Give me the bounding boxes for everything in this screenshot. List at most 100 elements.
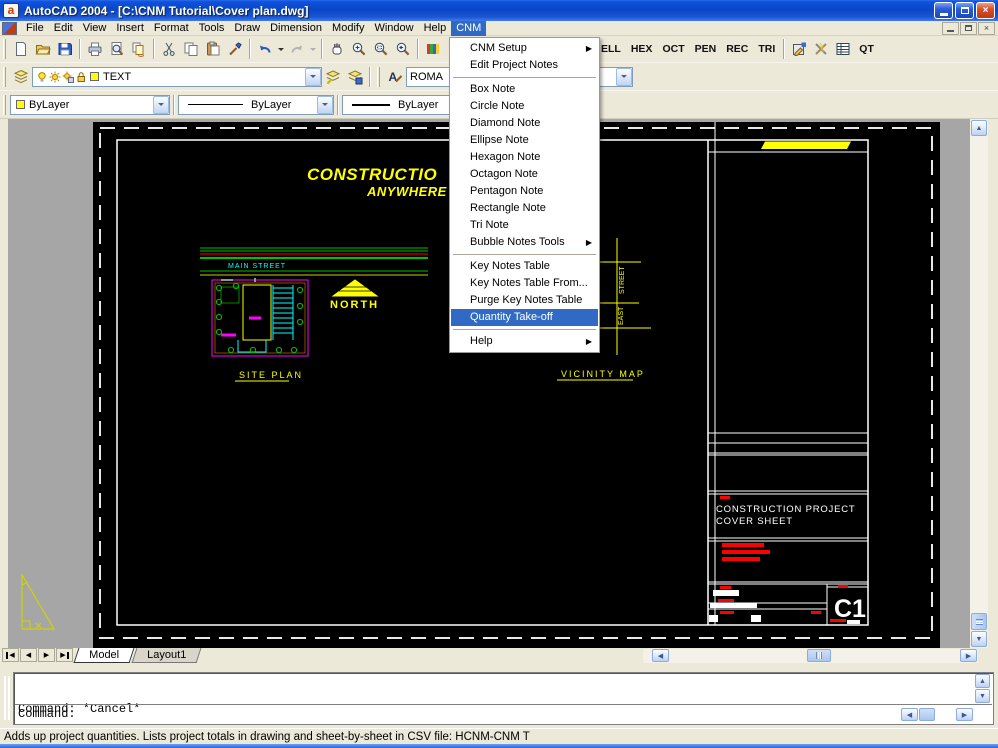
new-button[interactable] xyxy=(10,38,32,60)
command-horizontal-scrollbar[interactable]: ◀ ▶ xyxy=(901,708,973,722)
undo-dropdown-icon[interactable] xyxy=(276,38,286,60)
menu-item-tri-note[interactable]: Tri Note xyxy=(451,217,598,234)
key-notes-table-button[interactable] xyxy=(832,38,854,60)
key-notes-tools-button[interactable] xyxy=(810,38,832,60)
cut-button[interactable] xyxy=(158,38,180,60)
menu-format[interactable]: Format xyxy=(149,21,194,36)
command-history[interactable]: Command: *Cancel* Command: *Cancel* xyxy=(16,674,974,703)
command-vertical-scrollbar[interactable]: ▲ ▼ xyxy=(975,674,991,704)
toolbar-grip[interactable] xyxy=(3,67,6,87)
command-prompt[interactable]: Command: xyxy=(18,707,76,721)
print-button[interactable] xyxy=(84,38,106,60)
menu-edit[interactable]: Edit xyxy=(49,21,78,36)
menu-item-edit-project-notes[interactable]: Edit Project Notes xyxy=(451,57,598,74)
menu-cnm[interactable]: CNM xyxy=(451,21,486,36)
command-scroll-up-icon[interactable]: ▲ xyxy=(975,674,990,688)
pan-button[interactable] xyxy=(326,38,348,60)
menu-dimension[interactable]: Dimension xyxy=(265,21,327,36)
tab-next-button[interactable]: ▶ xyxy=(38,648,55,662)
menu-item-box-note[interactable]: Box Note xyxy=(451,81,598,98)
menu-window[interactable]: Window xyxy=(369,21,418,36)
menu-item-key-notes-table-from[interactable]: Key Notes Table From... xyxy=(451,275,598,292)
zoom-realtime-button[interactable] xyxy=(348,38,370,60)
edit-notes-button[interactable] xyxy=(788,38,810,60)
rectangle-note-button[interactable]: REC xyxy=(722,40,752,58)
pentagon-note-button[interactable]: PEN xyxy=(691,40,721,58)
menu-item-octagon-note[interactable]: Octagon Note xyxy=(451,166,598,183)
zoom-previous-button[interactable] xyxy=(392,38,414,60)
horizontal-scrollbar[interactable]: ◀ ▶ xyxy=(643,649,978,663)
open-button[interactable] xyxy=(32,38,54,60)
paste-button[interactable] xyxy=(202,38,224,60)
layer-properties-button[interactable] xyxy=(10,66,32,88)
octagon-note-button[interactable]: OCT xyxy=(658,40,688,58)
palette-button[interactable] xyxy=(422,38,444,60)
menu-item-hexagon-note[interactable]: Hexagon Note xyxy=(451,149,598,166)
mdi-minimize-icon[interactable] xyxy=(942,22,959,35)
quantity-takeoff-button[interactable]: QT xyxy=(855,40,878,58)
menu-draw[interactable]: Draw xyxy=(229,21,265,36)
menu-item-cnm-setup[interactable]: CNM Setup▶ xyxy=(451,40,598,57)
text-style-combo-dropdown-icon[interactable] xyxy=(616,68,632,86)
color-combo[interactable]: ByLayer xyxy=(10,95,170,115)
menu-tools[interactable]: Tools xyxy=(194,21,230,36)
zoom-window-button[interactable] xyxy=(370,38,392,60)
restore-icon[interactable] xyxy=(955,2,974,19)
menu-insert[interactable]: Insert xyxy=(111,21,149,36)
menu-item-help[interactable]: Help▶ xyxy=(451,333,598,350)
command-scroll-right-icon[interactable]: ▶ xyxy=(956,708,973,721)
menu-file[interactable]: File xyxy=(21,21,49,36)
color-combo-dropdown-icon[interactable] xyxy=(153,96,169,114)
tab-last-button[interactable]: ▶ xyxy=(56,648,73,662)
command-hscroll-thumb[interactable] xyxy=(919,708,935,721)
menu-item-pentagon-note[interactable]: Pentagon Note xyxy=(451,183,598,200)
menu-item-diamond-note[interactable]: Diamond Note xyxy=(451,115,598,132)
layer-previous-button[interactable] xyxy=(322,66,344,88)
autocad-app-icon[interactable]: a xyxy=(3,3,19,18)
menu-item-quantity-takeoff[interactable]: Quantity Take-off xyxy=(451,309,598,326)
menu-item-ellipse-note[interactable]: Ellipse Note xyxy=(451,132,598,149)
vertical-scrollbar[interactable]: ▲ ▼ xyxy=(970,119,988,648)
command-scroll-down-icon[interactable]: ▼ xyxy=(975,689,990,703)
copy-button[interactable] xyxy=(180,38,202,60)
save-button[interactable] xyxy=(54,38,76,60)
toolbar-grip[interactable] xyxy=(3,39,6,59)
command-window-grip[interactable] xyxy=(4,676,11,720)
toolbar-grip[interactable] xyxy=(3,95,6,115)
menu-item-purge-key-notes-table[interactable]: Purge Key Notes Table xyxy=(451,292,598,309)
drawing-file-icon[interactable] xyxy=(2,22,17,35)
menu-view[interactable]: View xyxy=(78,21,112,36)
print-preview-button[interactable] xyxy=(106,38,128,60)
command-scroll-left-icon[interactable]: ◀ xyxy=(901,708,918,721)
tri-note-button[interactable]: TRI xyxy=(754,40,779,58)
text-style-button[interactable]: A xyxy=(384,66,406,88)
tab-layout1[interactable]: Layout1 xyxy=(132,648,202,663)
scroll-right-icon[interactable]: ▶ xyxy=(960,649,977,662)
tab-first-button[interactable]: ◀ xyxy=(2,648,19,662)
layer-states-button[interactable] xyxy=(344,66,366,88)
mdi-restore-icon[interactable] xyxy=(960,22,977,35)
tab-previous-button[interactable]: ◀ xyxy=(20,648,37,662)
scroll-left-icon[interactable]: ◀ xyxy=(652,649,669,662)
menu-item-rectangle-note[interactable]: Rectangle Note xyxy=(451,200,598,217)
command-text-area[interactable]: Command: *Cancel* Command: *Cancel* Comm… xyxy=(13,672,994,725)
close-icon[interactable]: × xyxy=(976,2,995,19)
ellipse-note-button[interactable]: ELL xyxy=(597,40,625,58)
mdi-close-icon[interactable]: × xyxy=(978,22,995,35)
vertical-scroll-thumb[interactable] xyxy=(971,613,987,630)
scroll-down-icon[interactable]: ▼ xyxy=(971,631,987,647)
horizontal-scroll-thumb[interactable] xyxy=(807,649,831,662)
match-properties-button[interactable] xyxy=(224,38,246,60)
toolbar-grip[interactable] xyxy=(377,67,380,87)
layer-combo[interactable]: TEXT xyxy=(32,67,322,87)
linetype-combo-dropdown-icon[interactable] xyxy=(317,96,333,114)
hexagon-note-button[interactable]: HEX xyxy=(627,40,657,58)
publish-button[interactable] xyxy=(128,38,150,60)
menu-item-key-notes-table[interactable]: Key Notes Table xyxy=(451,258,598,275)
layer-combo-dropdown-icon[interactable] xyxy=(305,68,321,86)
menu-item-bubble-notes-tools[interactable]: Bubble Notes Tools▶ xyxy=(451,234,598,251)
menu-item-circle-note[interactable]: Circle Note xyxy=(451,98,598,115)
undo-button[interactable] xyxy=(254,38,276,60)
redo-dropdown-icon[interactable] xyxy=(308,38,318,60)
menu-help[interactable]: Help xyxy=(419,21,452,36)
